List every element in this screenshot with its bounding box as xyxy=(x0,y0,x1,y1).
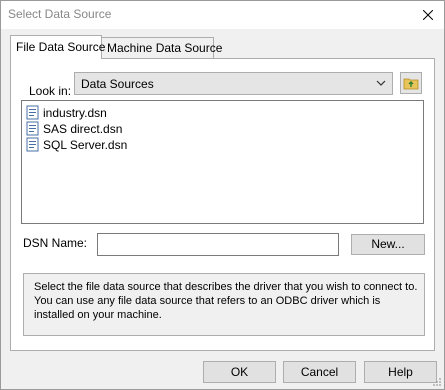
folder-up-icon xyxy=(403,78,419,90)
look-in-label: Look in: xyxy=(29,84,72,98)
tab-file-data-source[interactable]: File Data Source xyxy=(10,35,106,59)
file-list[interactable]: industry.dsn SAS direct.dsn SQL Server.d… xyxy=(21,100,424,224)
cancel-button[interactable]: Cancel xyxy=(283,361,356,383)
close-icon xyxy=(422,10,433,20)
resize-grip-icon[interactable] xyxy=(432,377,442,387)
select-data-source-dialog: Select Data Source File Data Source Mach… xyxy=(0,0,445,390)
file-name: SQL Server.dsn xyxy=(43,138,128,152)
new-button[interactable]: New... xyxy=(351,234,425,255)
dsn-name-label: DSN Name: xyxy=(23,236,88,250)
help-button[interactable]: Help xyxy=(364,361,437,383)
title-bar: Select Data Source xyxy=(1,1,444,29)
tab-machine-data-source[interactable]: Machine Data Source xyxy=(101,37,222,59)
file-name: industry.dsn xyxy=(43,106,107,120)
tab-label: File Data Source xyxy=(16,40,106,54)
description-text: Select the file data source that describ… xyxy=(34,281,418,321)
list-item[interactable]: SQL Server.dsn xyxy=(25,137,127,153)
look-in-dropdown[interactable]: Data Sources xyxy=(74,72,393,95)
file-name: SAS direct.dsn xyxy=(43,122,123,136)
list-item[interactable]: industry.dsn xyxy=(25,105,107,121)
ok-button[interactable]: OK xyxy=(203,361,276,383)
file-data-source-panel: Look in: Data Sources industry.dsn SAS d… xyxy=(10,58,435,351)
chevron-down-icon xyxy=(376,80,386,86)
tab-label: Machine Data Source xyxy=(107,41,223,55)
dsn-name-input[interactable] xyxy=(97,233,339,256)
close-button[interactable] xyxy=(411,1,444,29)
up-one-level-button[interactable] xyxy=(400,72,422,94)
list-item[interactable]: SAS direct.dsn xyxy=(25,121,122,137)
window-title: Select Data Source xyxy=(8,7,112,21)
dsn-file-icon xyxy=(26,105,39,120)
dsn-file-icon xyxy=(26,121,39,136)
dsn-file-icon xyxy=(26,137,39,152)
look-in-value: Data Sources xyxy=(81,77,154,91)
description-box: Select the file data source that describ… xyxy=(23,273,425,336)
